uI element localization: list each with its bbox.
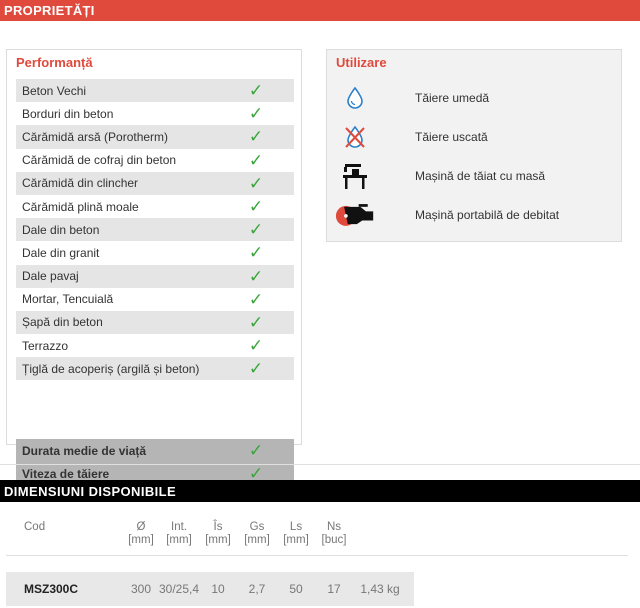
performance-summary: Durata medie de viață ✓ Viteza de tăiere ✓	[16, 439, 294, 486]
check-icon: ✓	[248, 312, 264, 332]
material-label: Beton Vechi	[22, 83, 87, 98]
no-water-icon	[335, 121, 375, 153]
table-row: MSZ300C 300 30/25,4 10 2,7 50 17 1,43 kg	[6, 572, 414, 606]
material-label: Dale din granit	[22, 245, 100, 260]
usage-item-table-saw: Mașină de tăiat cu masă	[335, 156, 615, 195]
col-header-length: Ls [mm]	[283, 521, 309, 546]
material-label: Mortar, Tencuială	[22, 292, 114, 307]
col-header-segments: Ns [buc]	[321, 521, 347, 546]
check-icon: ✓	[248, 336, 264, 356]
list-item: Șapă din beton ✓	[16, 310, 294, 335]
cut-off-saw-icon	[335, 199, 375, 231]
dimensions-table-header: Cod Ø [mm] Int. [mm] Îs [mm] Gs [mm] Ls …	[6, 519, 628, 556]
material-label: Cărămidă plină moale	[22, 199, 139, 214]
list-item: Terrazzo ✓	[16, 334, 294, 357]
usage-label: Mașină de tăiat cu masă	[415, 168, 546, 183]
material-label: Cărămidă arsă (Porotherm)	[22, 129, 169, 144]
cell-weight: 1,43 kg	[360, 582, 400, 596]
performance-title: Performanță	[16, 55, 93, 70]
material-label: Cărămidă de cofraj din beton	[22, 153, 177, 168]
check-icon: ✓	[248, 289, 264, 309]
usage-item-wet: Tăiere umedă	[335, 78, 615, 117]
usage-title: Utilizare	[336, 55, 387, 70]
col-header-height: Îs [mm]	[205, 521, 231, 546]
material-label: Țiglă de acoperiș (argilă și beton)	[22, 361, 200, 376]
list-item: Borduri din beton ✓	[16, 102, 294, 125]
material-label: Dale pavaj	[22, 269, 79, 284]
check-icon: ✓	[248, 220, 264, 240]
table-saw-icon	[335, 160, 375, 192]
cell-code: MSZ300C	[24, 582, 79, 596]
check-icon: ✓	[248, 441, 264, 461]
check-icon: ✓	[248, 150, 264, 170]
material-label: Șapă din beton	[22, 315, 103, 330]
list-item: Cărămidă plină moale ✓	[16, 195, 294, 218]
col-header-cod: Cod	[24, 521, 46, 533]
material-label: Terrazzo	[22, 338, 69, 353]
dimensions-table: Cod Ø [mm] Int. [mm] Îs [mm] Gs [mm] Ls …	[6, 519, 628, 606]
check-icon: ✓	[248, 243, 264, 263]
check-icon: ✓	[248, 173, 264, 193]
cell-inner: 30/25,4	[158, 582, 200, 596]
usage-item-dry: Tăiere uscată	[335, 117, 615, 156]
cell-thickness: 2,7	[248, 582, 266, 596]
material-label: Borduri din beton	[22, 106, 114, 121]
usage-item-cut-off-saw: Mașină portabilă de debitat	[335, 195, 615, 234]
performance-panel: Performanță Beton Vechi ✓ Borduri din beto…	[6, 49, 302, 486]
water-drop-icon	[335, 82, 375, 114]
check-icon: ✓	[248, 104, 264, 124]
dimensions-header: DIMENSIUNI DISPONIBILE	[0, 480, 640, 502]
col-header-inner: Int. [mm]	[166, 521, 192, 546]
material-label: Cărămidă din clincher	[22, 176, 139, 191]
check-icon: ✓	[248, 359, 264, 379]
list-item: Cărămidă din clincher ✓	[16, 171, 294, 195]
list-item: Beton Vechi ✓	[16, 79, 294, 103]
list-item: Cărămidă de cofraj din beton ✓	[16, 149, 294, 172]
usage-label: Mașină portabilă de debitat	[415, 207, 560, 222]
usage-panel: Utilizare Tăiere umedă Tăiere uscată Maș…	[326, 49, 622, 242]
col-header-thickness: Gs [mm]	[244, 521, 270, 546]
material-label: Dale din beton	[22, 222, 100, 237]
summary-label: Durata medie de viață	[22, 443, 147, 458]
col-header-diameter: Ø [mm]	[128, 521, 154, 546]
usage-label: Tăiere uscată	[415, 129, 488, 144]
check-icon: ✓	[248, 127, 264, 147]
list-item: Țiglă de acoperiș (argilă și beton) ✓	[16, 357, 294, 381]
properties-header: PROPRIETĂȚI	[0, 0, 640, 21]
check-icon: ✓	[248, 197, 264, 217]
cell-length: 50	[289, 582, 303, 596]
cell-height: 10	[211, 582, 225, 596]
usage-label: Tăiere umedă	[415, 90, 490, 105]
list-item: Dale din granit ✓	[16, 241, 294, 264]
performance-list: Beton Vechi ✓ Borduri din beton ✓ Cărămidă a…	[16, 79, 294, 381]
check-icon: ✓	[248, 266, 264, 286]
summary-label: Viteza de tăiere	[22, 466, 110, 481]
section-divider	[0, 464, 640, 465]
summary-item: Durata medie de viață ✓	[16, 439, 294, 462]
check-icon: ✓	[248, 81, 264, 101]
list-item: Dale pavaj ✓	[16, 264, 294, 288]
cell-segments: 17	[327, 582, 341, 596]
cell-diameter: 300	[130, 582, 152, 596]
list-item: Cărămidă arsă (Porotherm) ✓	[16, 125, 294, 149]
list-item: Mortar, Tencuială ✓	[16, 288, 294, 311]
list-item: Dale din beton ✓	[16, 218, 294, 242]
usage-list: Tăiere umedă Tăiere uscată Mașină de tăi…	[335, 78, 615, 234]
